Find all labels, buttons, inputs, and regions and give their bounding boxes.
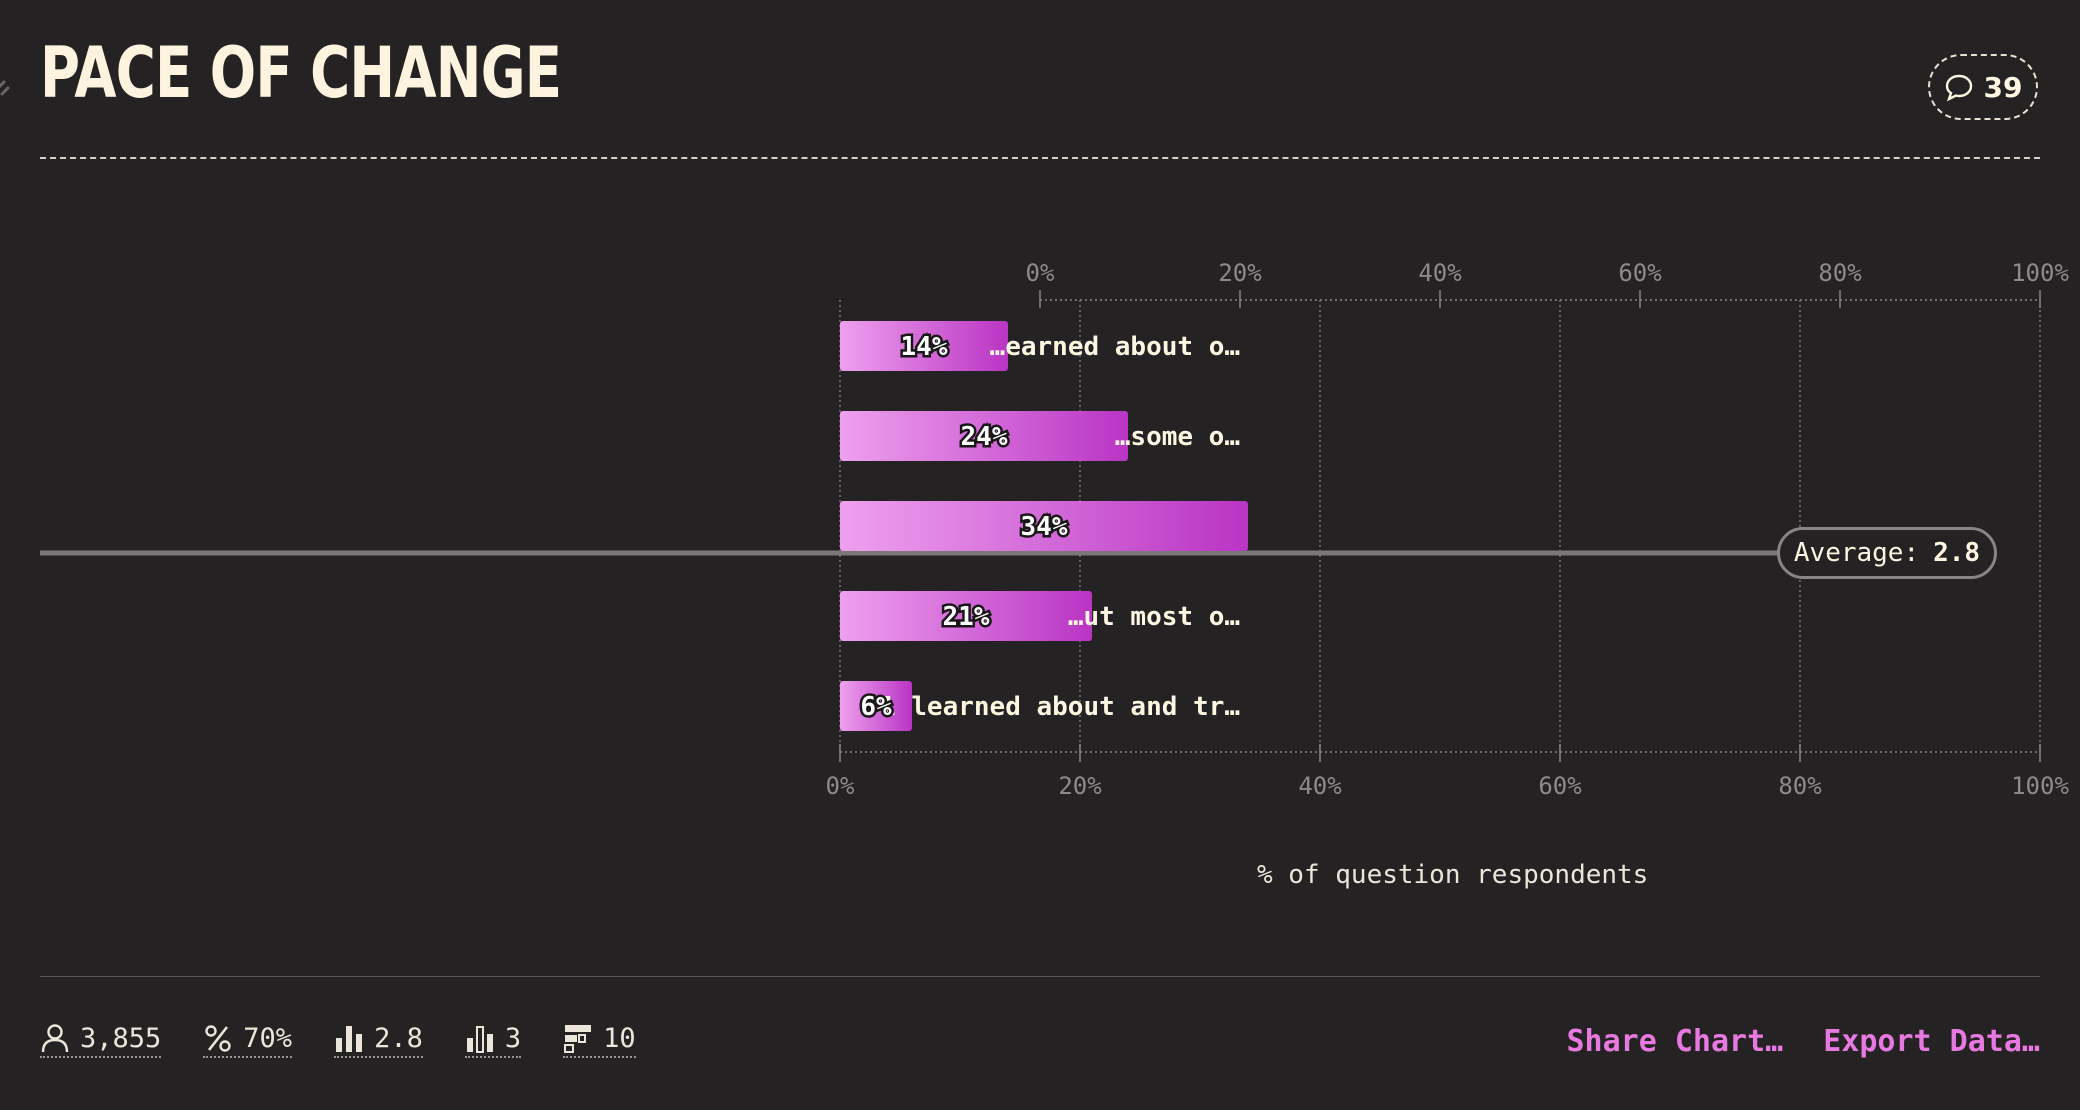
footer-actions: Share Chart… Export Data…: [1567, 1024, 2041, 1059]
average-label: Average:: [1793, 538, 1920, 568]
data-label: 14%: [901, 332, 948, 362]
stat-value: 3: [504, 1022, 522, 1054]
stat-respondents[interactable]: 3,855: [40, 1022, 162, 1058]
bottom-tick-label: 100%: [2011, 772, 2069, 800]
top-tick-label: 100%: [2011, 259, 2069, 287]
bottom-tick-label: 80%: [1778, 772, 1822, 800]
stat-average[interactable]: 2.8: [334, 1022, 423, 1058]
stat-value: 70%: [243, 1022, 293, 1054]
person-icon: [41, 1024, 69, 1053]
median-bars-icon: [466, 1026, 493, 1053]
data-label: 24%: [961, 422, 1008, 452]
bottom-tick-label: 60%: [1538, 772, 1582, 800]
stat-value: 2.8: [374, 1022, 423, 1054]
top-tick-label: 0%: [1026, 259, 1055, 287]
data-label: 21%: [943, 602, 990, 632]
average-badge: Average: 2.8: [1777, 527, 1997, 579]
stats-bar: 3,855 70% 2.8 3 10: [40, 1022, 636, 1058]
stat-questions[interactable]: 10: [563, 1022, 636, 1058]
stat-median[interactable]: 3: [464, 1022, 522, 1058]
category-label: …ut most o…: [1068, 602, 1240, 632]
data-label: 34%: [1021, 512, 1068, 542]
stat-percent[interactable]: 70%: [203, 1022, 293, 1058]
bottom-tick-label: 0%: [826, 772, 855, 800]
bottom-tick-label: 20%: [1058, 772, 1102, 800]
category-label: …earned about o…: [990, 332, 1240, 362]
top-tick-label: 20%: [1218, 259, 1262, 287]
bar-chart: 0% 20% 40% 60% 80% 100% 0% 20% 40% 60% 80% 100% …ear…: [40, 259, 2069, 800]
x-axis-title: % of question respondents: [1257, 860, 1649, 890]
category-label: …some o…: [1115, 422, 1240, 452]
category-label: 1 learned about and tr…: [880, 692, 1240, 722]
stat-value: 3,855: [80, 1022, 162, 1054]
export-data-link[interactable]: Export Data…: [1823, 1024, 2040, 1059]
average-bars-icon: [336, 1026, 363, 1052]
share-chart-link[interactable]: Share Chart…: [1567, 1024, 1784, 1059]
stat-value: 10: [603, 1022, 636, 1054]
table-icon: [564, 1025, 592, 1053]
bottom-tick-label: 40%: [1298, 772, 1342, 800]
footer-divider: [40, 976, 2040, 977]
top-tick-label: 40%: [1418, 259, 1462, 287]
data-label: 6%: [860, 692, 892, 722]
top-tick-label: 60%: [1618, 259, 1662, 287]
top-tick-label: 80%: [1818, 259, 1862, 287]
percent-icon: [205, 1025, 231, 1052]
average-value: 2.8: [1933, 538, 1981, 568]
